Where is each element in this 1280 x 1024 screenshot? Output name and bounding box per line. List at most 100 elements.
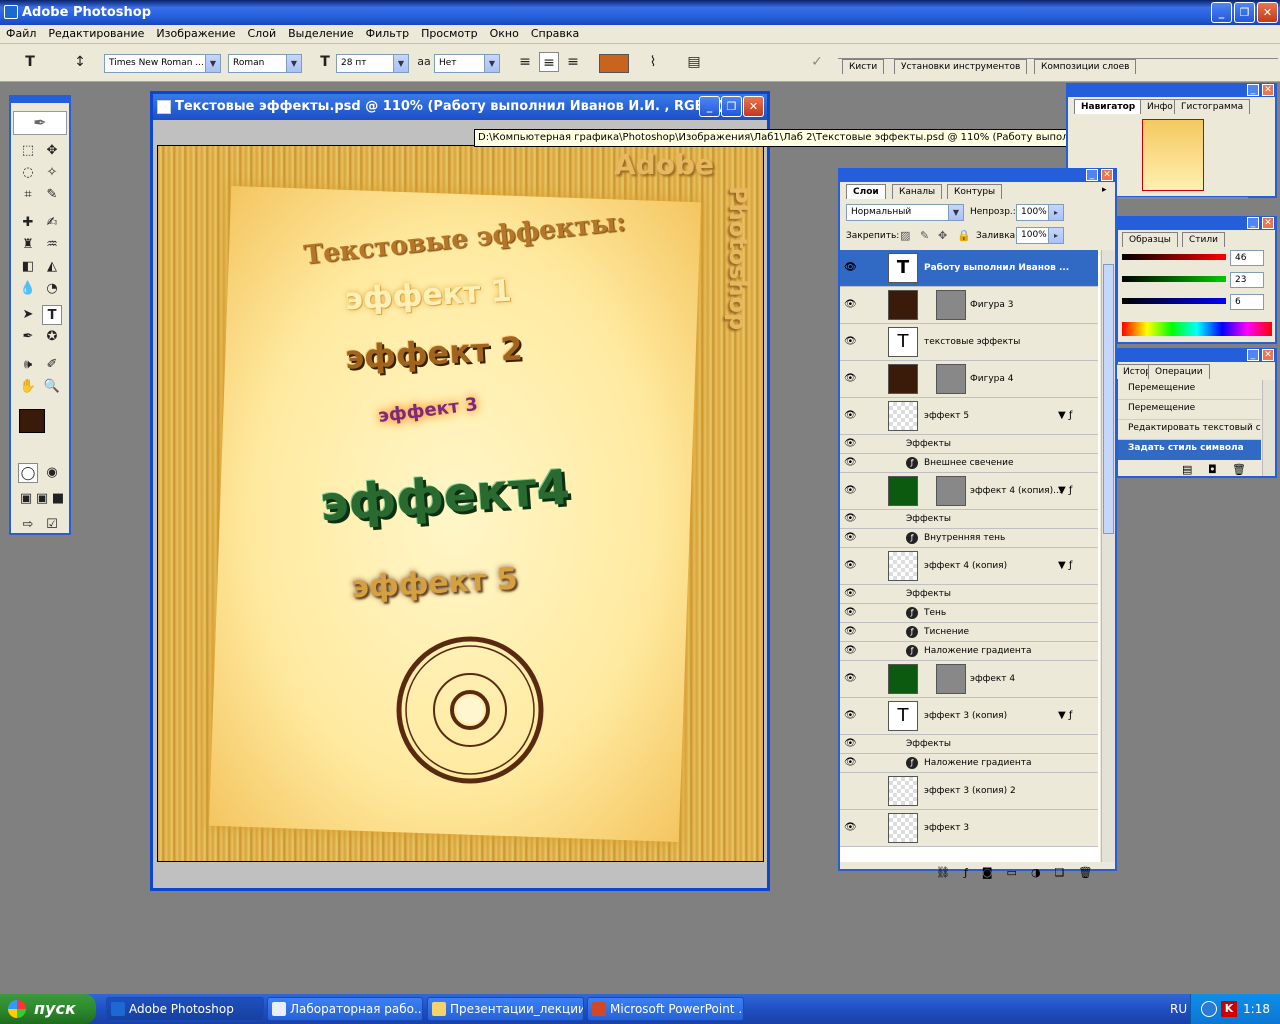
tab-channels[interactable]: Каналы [892, 184, 943, 199]
tab-navigator[interactable]: Навигатор [1074, 99, 1143, 114]
font-style-select[interactable]: Roman ▼ [228, 54, 302, 73]
layer-effects-icon[interactable]: ▼ ƒ [1058, 560, 1072, 571]
visibility-eye-icon[interactable]: 👁 [844, 560, 857, 571]
visibility-eye-icon[interactable]: 👁 [844, 485, 857, 496]
tab-paths[interactable]: Контуры [947, 184, 1003, 199]
history-item-selected[interactable]: Задать стиль символа [1118, 440, 1261, 460]
lock-transparency-icon[interactable]: ▨ [900, 229, 910, 242]
zoom-slider[interactable] [1108, 197, 1248, 199]
jump-icon[interactable]: ☑ [42, 515, 62, 535]
tab-histogram[interactable]: Гистограмма [1174, 99, 1251, 114]
bucket-icon[interactable]: ◭ [42, 257, 62, 277]
standard-mode-icon[interactable]: ◯ [18, 463, 38, 483]
layer-row[interactable]: 👁 ▼ ƒ эффект 4 (копия) [840, 548, 1098, 585]
layer-row[interactable]: 👁 Tтекстовые эффекты [840, 324, 1098, 361]
minimize-icon[interactable]: _ [1211, 2, 1232, 23]
layer-effect-row[interactable]: 👁 ƒ Наложение градиента [840, 642, 1098, 661]
menu-image[interactable]: Изображение [150, 25, 241, 40]
menu-select[interactable]: Выделение [282, 25, 360, 40]
green-value[interactable]: 23 [1230, 272, 1264, 288]
doc-minimize-icon[interactable]: _ [699, 96, 720, 117]
history-minimize-icon[interactable]: _ [1247, 349, 1259, 361]
navigator-close-icon[interactable]: ✕ [1262, 84, 1274, 96]
opacity-input[interactable]: 100% ▸ [1016, 204, 1064, 221]
visibility-eye-icon[interactable]: 👁 [844, 457, 857, 468]
move-icon[interactable]: ✥ [42, 141, 62, 161]
layer-row[interactable]: 👁 эффект 4 [840, 661, 1098, 698]
text-layer-thumbnail[interactable]: T [888, 701, 918, 731]
layer-effects-row[interactable]: 👁 Эффекты [840, 435, 1098, 454]
layer-effects-row[interactable]: 👁 Эффекты [840, 735, 1098, 754]
history-item[interactable]: Перемещение [1118, 380, 1261, 400]
lock-position-icon[interactable]: ✥ [938, 229, 947, 242]
mask-icon[interactable]: ◙ [982, 866, 1007, 879]
adjustment-icon[interactable]: ◑ [1031, 866, 1055, 879]
zoom-icon[interactable]: 🔍 [42, 377, 62, 397]
shape-layer-thumbnail[interactable] [888, 364, 918, 394]
commit-icon[interactable]: ✓ [807, 52, 827, 72]
visibility-eye-icon[interactable]: 👁 [844, 673, 857, 684]
layer-effect-row[interactable]: 👁 ƒ Наложение градиента [840, 754, 1098, 773]
back-arrow-icon[interactable] [1201, 1001, 1217, 1017]
vector-mask-thumbnail[interactable] [936, 364, 966, 394]
menu-window[interactable]: Окно [484, 25, 525, 40]
menu-edit[interactable]: Редактирование [42, 25, 150, 40]
visibility-eye-icon[interactable]: 👁 [844, 262, 857, 273]
layers-scrollbar[interactable] [1101, 250, 1115, 862]
layer-style-icon[interactable]: ƒ [964, 866, 982, 879]
menu-help[interactable]: Справка [525, 25, 585, 40]
font-size-select[interactable]: 28 пт ▼ [336, 54, 409, 73]
tab-actions[interactable]: Операции [1148, 364, 1210, 379]
menu-layer[interactable]: Слой [242, 25, 283, 40]
text-orientation-icon[interactable]: ↕ [70, 52, 90, 72]
tab-layer-comps[interactable]: Композиции слоев [1034, 59, 1137, 74]
history-close-icon[interactable]: ✕ [1262, 349, 1274, 361]
crop-icon[interactable]: ⌗ [18, 185, 38, 205]
tab-tool-presets[interactable]: Установки инструментов [894, 59, 1028, 74]
layer-row[interactable]: 👁 Фигура 4 [840, 361, 1098, 398]
history-item[interactable]: Перемещение [1118, 400, 1261, 420]
link-icon[interactable]: ⛓ [936, 866, 964, 879]
layer-row[interactable]: 👁 эффект 3 [840, 810, 1098, 847]
color-minimize-icon[interactable]: _ [1247, 217, 1259, 229]
palettes-icon[interactable]: ▤ [684, 52, 704, 72]
layer-effects-row[interactable]: 👁 Эффекты [840, 510, 1098, 529]
red-value[interactable]: 46 [1230, 250, 1264, 266]
visibility-eye-icon[interactable]: 👁 [844, 626, 857, 637]
fill-layer-thumbnail[interactable] [888, 476, 918, 506]
antialias-select[interactable]: Нет ▼ [434, 54, 500, 73]
align-center-icon[interactable]: ≡ [539, 52, 559, 72]
red-slider[interactable] [1122, 254, 1226, 260]
imageready-icon[interactable]: ⇨ [18, 515, 38, 535]
navigator-minimize-icon[interactable]: _ [1247, 84, 1259, 96]
layers-close-icon[interactable]: ✕ [1101, 169, 1113, 181]
align-left-icon[interactable]: ≡ [515, 52, 535, 72]
magic-wand-icon[interactable]: ✧ [42, 163, 62, 183]
path-select-icon[interactable]: ➤ [18, 305, 38, 325]
shape-layer-thumbnail[interactable] [888, 290, 918, 320]
tab-swatches[interactable]: Образцы [1122, 232, 1178, 247]
raster-layer-thumbnail[interactable] [888, 401, 918, 431]
layer-effects-icon[interactable]: ▼ ƒ [1058, 410, 1072, 421]
vector-mask-thumbnail[interactable] [936, 476, 966, 506]
layer-row[interactable]: 👁 Фигура 3 [840, 287, 1098, 324]
layers-minimize-icon[interactable]: _ [1086, 169, 1098, 181]
pen-icon[interactable]: ✒ [18, 327, 38, 347]
trash-icon[interactable]: 🗑 [1078, 866, 1106, 879]
screen-mode-3-icon[interactable]: ■ [48, 489, 68, 509]
visibility-eye-icon[interactable]: 👁 [844, 607, 857, 618]
task-photoshop[interactable]: Adobe Photoshop [106, 997, 264, 1021]
raster-layer-thumbnail[interactable] [888, 776, 918, 806]
eyedropper-icon[interactable]: ✐ [42, 355, 62, 375]
hand-icon[interactable]: ✋ [18, 377, 38, 397]
blue-value[interactable]: 6 [1230, 294, 1264, 310]
navigator-preview[interactable] [1142, 119, 1204, 191]
text-color-swatch[interactable] [599, 54, 629, 73]
new-layer-icon[interactable]: ❑ [1055, 866, 1079, 879]
history-snapshot-icon[interactable]: ▤ [1182, 463, 1192, 476]
history-camera-icon[interactable]: ◘ [1208, 463, 1217, 476]
layer-effect-row[interactable]: 👁 ƒ Внешнее свечение [840, 454, 1098, 473]
visibility-eye-icon[interactable]: 👁 [844, 532, 857, 543]
layers-scroll-thumb[interactable] [1103, 264, 1114, 534]
healing-icon[interactable]: ✚ [18, 213, 38, 233]
